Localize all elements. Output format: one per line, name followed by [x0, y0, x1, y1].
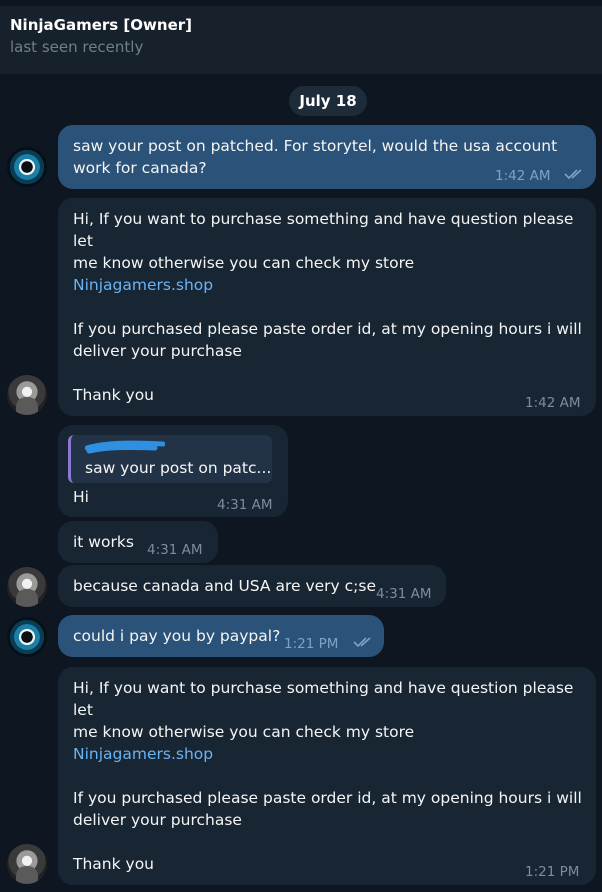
message-bubble-incoming[interactable]: saw your post on patc... Hi 4:31 AM: [58, 425, 288, 517]
message-text: it works: [73, 533, 134, 551]
avatar[interactable]: [7, 844, 47, 884]
message-time: 1:21 PM: [525, 864, 580, 880]
message-text: If you purchased please paste order id, …: [73, 320, 582, 360]
message-bubble-incoming[interactable]: Hi, If you want to purchase something an…: [58, 198, 596, 416]
message-time: 1:42 AM: [525, 395, 581, 411]
date-separator: July 18: [289, 86, 367, 116]
message-text: could i pay you by paypal?: [73, 627, 281, 645]
avatar[interactable]: [7, 375, 47, 415]
message-text: Hi, If you want to purchase something an…: [73, 679, 574, 741]
read-receipt-icon: [564, 169, 582, 180]
message-time: 4:31 AM: [217, 497, 273, 513]
message-text: saw your post on patched. For storytel, …: [73, 137, 558, 177]
reply-text: saw your post on patc...: [85, 459, 272, 477]
message-bubble-incoming[interactable]: Hi, If you want to purchase something an…: [58, 667, 596, 885]
store-link[interactable]: Ninjagamers.shop: [73, 274, 213, 296]
message-text: Hi, If you want to purchase something an…: [73, 210, 574, 272]
avatar[interactable]: [7, 147, 47, 187]
message-bubble-incoming[interactable]: it works 4:31 AM: [58, 521, 218, 563]
message-text: because canada and USA are very c;se: [73, 577, 376, 595]
read-receipt-icon: [353, 637, 371, 648]
message-text: Hi: [73, 488, 89, 506]
avatar[interactable]: [7, 617, 47, 657]
message-text: Thank you: [73, 855, 154, 873]
chat-title: NinjaGamers [Owner]: [10, 16, 192, 34]
chat-status: last seen recently: [10, 38, 144, 56]
reply-preview[interactable]: saw your post on patc...: [68, 435, 272, 483]
redacted-name-scribble: [85, 440, 165, 454]
store-link[interactable]: Ninjagamers.shop: [73, 743, 213, 765]
message-text: Thank you: [73, 386, 154, 404]
message-bubble-outgoing[interactable]: could i pay you by paypal? 1:21 PM: [58, 615, 384, 657]
avatar[interactable]: [7, 567, 47, 607]
message-bubble-outgoing[interactable]: saw your post on patched. For storytel, …: [58, 125, 596, 189]
message-time: 4:31 AM: [147, 542, 203, 558]
message-time: 1:21 PM: [284, 636, 339, 652]
message-bubble-incoming[interactable]: because canada and USA are very c;se 4:3…: [58, 565, 446, 607]
message-text: If you purchased please paste order id, …: [73, 789, 582, 829]
message-time: 4:31 AM: [376, 586, 432, 602]
message-time: 1:42 AM: [495, 168, 551, 184]
chat-header[interactable]: NinjaGamers [Owner] last seen recently: [0, 0, 602, 74]
